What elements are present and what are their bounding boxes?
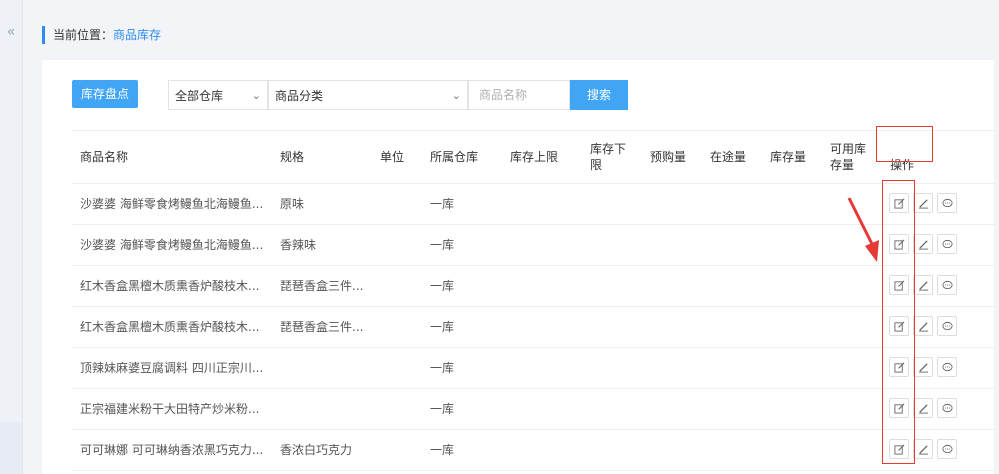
cell-warehouse: 一库 [430,238,455,252]
header-available-stock: 可用库存量 [830,142,867,172]
collapse-sidebar-icon[interactable]: « [0,20,22,44]
cell-spec [280,389,375,429]
header-unit: 单位 [380,150,405,164]
cell-product-name: 沙婆婆 海鲜零食烤鳗鱼北海鳗鱼... [80,197,264,211]
cell-unit [380,389,425,429]
warehouse-select[interactable]: 全部仓库 ⌄ [168,80,268,110]
cell-warehouse: 一库 [430,443,455,457]
table-row: 红木香盒黑檀木质熏香炉酸枝木... 琵琶香盒三件... 一库 [72,307,994,348]
header-stock-lower: 库存下限 [590,142,627,172]
category-select-value: 商品分类 [275,89,324,103]
header-product-name: 商品名称 [80,150,129,164]
cell-spec: 琵琶香盒三件... [280,320,364,334]
chevron-down-icon: ⌄ [251,89,261,102]
content-card: 库存盘点 全部仓库 ⌄ 商品分类 ⌄ 搜索 商品名称 规格 单位 所属仓库 库存… [42,60,994,474]
annotation-arrow-icon [847,197,879,262]
table-header: 商品名称 规格 单位 所属仓库 库存上限 库存下限 预购量 在途量 库存量 可用… [72,130,994,184]
cell-product-name: 顶辣妹麻婆豆腐调料 四川正宗川... [80,361,264,375]
header-stock-qty: 库存量 [770,150,807,164]
header-warehouse: 所属仓库 [430,150,479,164]
comment-icon[interactable] [937,193,957,213]
cell-unit [380,266,425,306]
cell-unit [380,307,425,347]
cell-unit [380,430,425,470]
sidebar: « [0,0,23,474]
pencil-icon[interactable] [913,275,933,295]
stock-check-button[interactable]: 库存盘点 [72,80,138,108]
pencil-icon[interactable] [913,234,933,254]
pencil-icon[interactable] [913,357,933,377]
breadcrumb-current[interactable]: 商品库存 [113,28,161,42]
cell-spec [280,348,375,388]
cell-unit [380,184,425,224]
cell-product-name: 红木香盒黑檀木质熏香炉酸枝木... [80,320,260,334]
cell-warehouse: 一库 [430,320,455,334]
header-preorder: 预购量 [650,150,687,164]
cell-warehouse: 一库 [430,402,455,416]
annotation-box-actions-header [876,126,933,162]
cell-unit [380,348,425,388]
header-stock-upper: 库存上限 [510,150,559,164]
category-select[interactable]: 商品分类 ⌄ [268,80,468,110]
cell-product-name: 沙婆婆 海鲜零食烤鳗鱼北海鳗鱼... [80,238,264,252]
cell-warehouse: 一库 [430,361,455,375]
cell-product-name: 正宗福建米粉干大田特产炒米粉... [80,402,260,416]
cell-spec: 原味 [280,197,305,211]
cell-spec: 香辣味 [280,238,317,252]
table-row: 红木香盒黑檀木质熏香炉酸枝木... 琵琶香盒三件... 一库 [72,266,994,307]
comment-icon[interactable] [937,275,957,295]
cell-warehouse: 一库 [430,197,455,211]
cell-spec: 香浓白巧克力 [280,443,353,457]
table-row: 可可琳娜 可可琳纳香浓黑巧克力... 香浓白巧克力 一库 [72,430,994,471]
cell-warehouse: 一库 [430,279,455,293]
breadcrumb: 当前位置：商品库存 [42,26,161,44]
comment-icon[interactable] [937,439,957,459]
table-row: 顶辣妹麻婆豆腐调料 四川正宗川... 一库 [72,348,994,389]
breadcrumb-prefix: 当前位置： [53,28,114,42]
cell-product-name: 红木香盒黑檀木质熏香炉酸枝木... [80,279,260,293]
header-in-transit: 在途量 [710,150,747,164]
comment-icon[interactable] [937,234,957,254]
pencil-icon[interactable] [913,316,933,336]
chevron-down-icon: ⌄ [451,89,461,102]
comment-icon[interactable] [937,357,957,377]
table-row: 正宗福建米粉干大田特产炒米粉... 一库 [72,389,994,430]
comment-icon[interactable] [937,316,957,336]
warehouse-select-value: 全部仓库 [175,89,224,103]
pencil-icon[interactable] [913,439,933,459]
sidebar-bottom-panel [0,422,22,474]
product-name-input[interactable] [468,80,570,110]
header-spec: 规格 [280,150,305,164]
annotation-box-edit-column [882,180,915,464]
cell-spec: 琵琶香盒三件... [280,279,364,293]
search-button[interactable]: 搜索 [570,80,628,110]
comment-icon[interactable] [937,398,957,418]
pencil-icon[interactable] [913,398,933,418]
pencil-icon[interactable] [913,193,933,213]
cell-unit [380,225,425,265]
cell-product-name: 可可琳娜 可可琳纳香浓黑巧克力... [80,443,264,457]
inventory-table: 商品名称 规格 单位 所属仓库 库存上限 库存下限 预购量 在途量 库存量 可用… [72,130,994,471]
